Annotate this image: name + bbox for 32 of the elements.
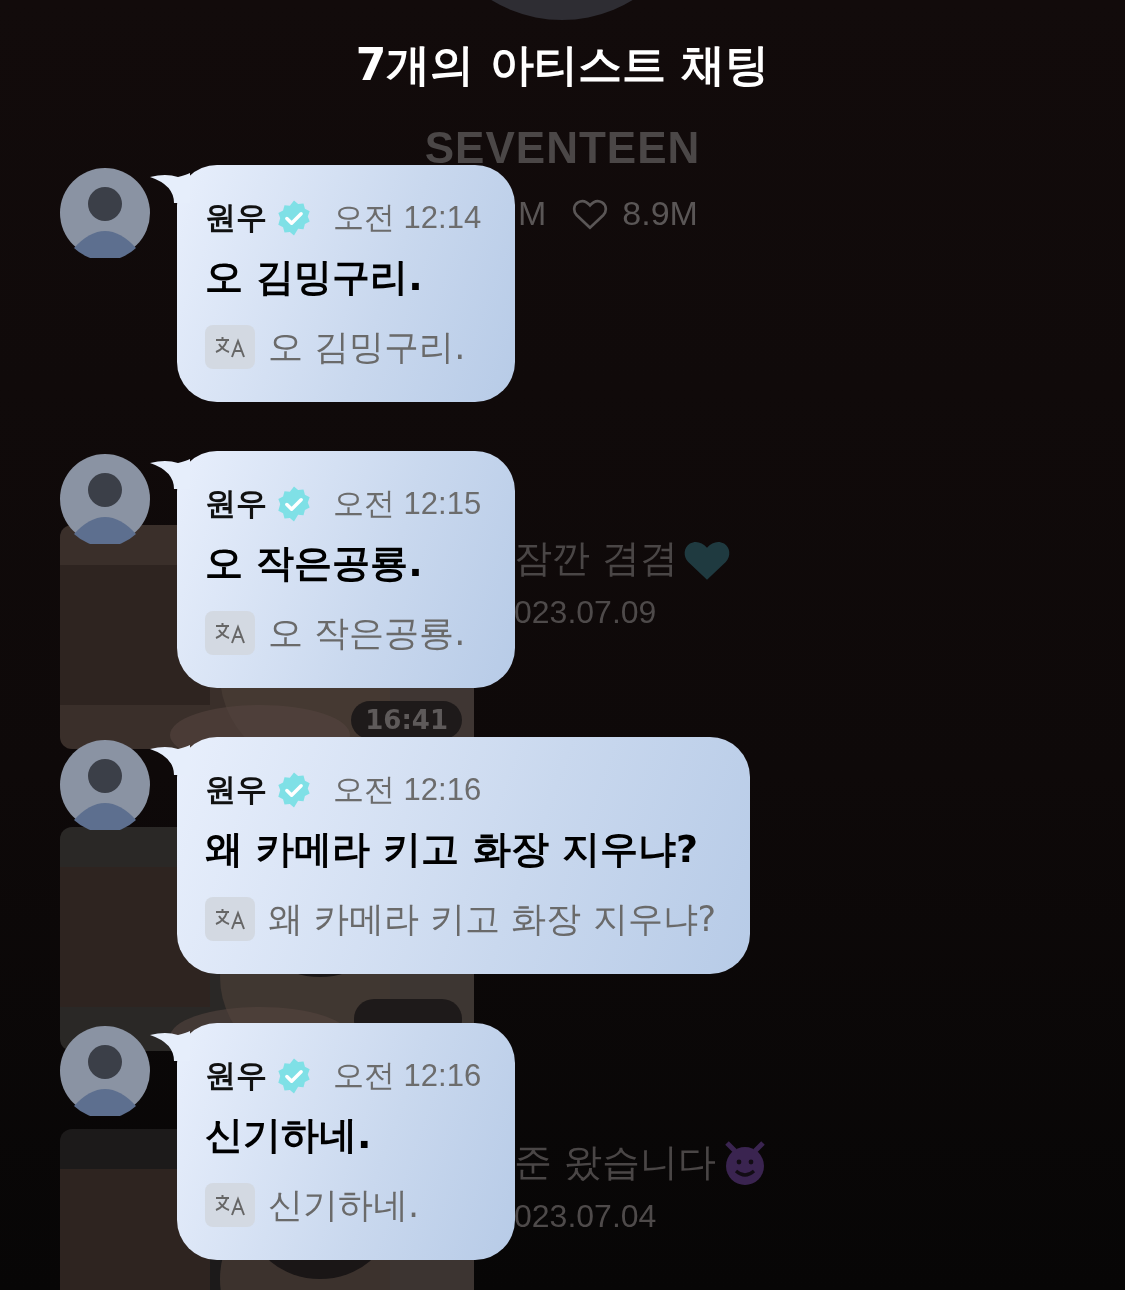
translated-text: 신기하네. (268, 1183, 420, 1227)
message-text: 왜 카메라 키고 화장 지우냐? (205, 826, 699, 873)
message-time: 오전 12:16 (333, 1057, 482, 1095)
translated-text: 오 김밍구리. (268, 325, 466, 369)
message-time: 오전 12:16 (333, 771, 482, 809)
sender-name: 원우 (205, 770, 267, 809)
sender-name: 원우 (205, 484, 267, 523)
bubble-tail (150, 459, 190, 489)
header-title: 7개의 아티스트 채팅 (354, 40, 771, 90)
artist-name: SEVENTEEN (424, 123, 701, 173)
translated-text: 왜 카메라 키고 화장 지우냐? (268, 897, 717, 941)
message-time: 오전 12:15 (333, 485, 482, 523)
message-text: 신기하네. (205, 1112, 373, 1159)
message-text: 오 작은공룡. (205, 540, 424, 587)
bubble-tail (150, 173, 190, 203)
translate-icon[interactable] (205, 1183, 255, 1227)
live-date: 023.07.09 (514, 594, 658, 631)
live-title: 잠깐 겸겸 (514, 535, 679, 582)
live-date: 023.07.04 (514, 1198, 658, 1235)
message-time: 오전 12:14 (333, 199, 482, 237)
sender-name: 원우 (205, 1056, 267, 1095)
bubble-tail (150, 1031, 190, 1061)
translate-icon[interactable] (205, 611, 255, 655)
translate-icon[interactable] (205, 325, 255, 369)
stat-value: 8.9M (622, 193, 698, 233)
translated-text: 오 작은공룡. (268, 611, 466, 655)
message-text: 오 김밍구리. (205, 254, 424, 301)
translate-icon[interactable] (205, 897, 255, 941)
bubble-tail (150, 745, 190, 775)
live-title: 준 왔습니다 (514, 1139, 717, 1186)
sender-name: 원우 (205, 198, 267, 237)
stat-value: M (518, 193, 547, 233)
